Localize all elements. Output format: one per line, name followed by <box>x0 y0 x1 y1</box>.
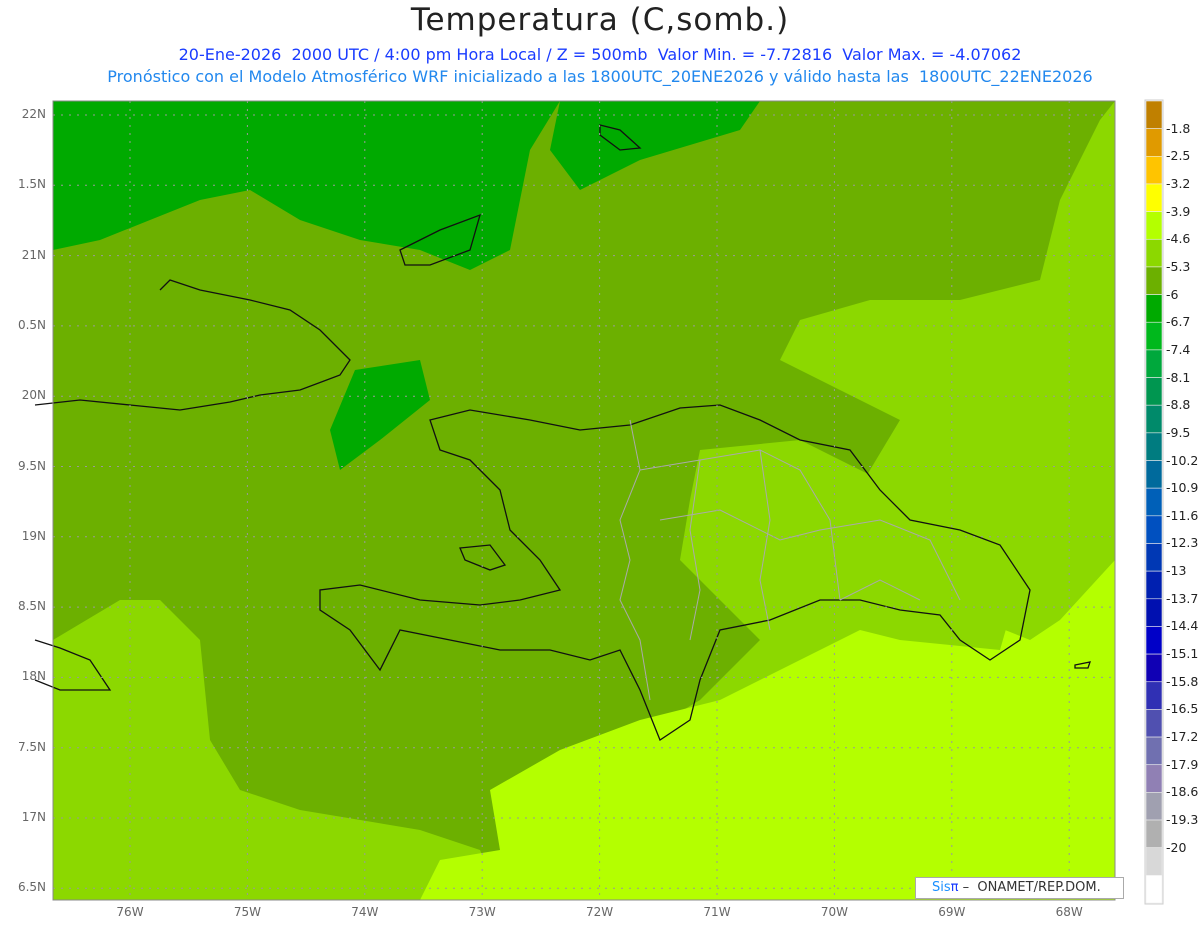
x-axis-label: 71W <box>703 905 731 919</box>
colorbar-label: -13.7 <box>1166 590 1199 606</box>
y-axis-label: 7.5N <box>17 739 46 754</box>
colorbar <box>1144 99 1164 905</box>
colorbar-swatch <box>1145 681 1163 710</box>
colorbar-label: -10.9 <box>1166 480 1199 496</box>
colorbar-swatch <box>1145 211 1163 240</box>
colorbar-swatch <box>1145 653 1163 683</box>
colorbar-swatch <box>1145 709 1163 738</box>
colorbar-swatch <box>1145 183 1163 212</box>
colorbar-swatch <box>1145 819 1163 848</box>
colorbar-label: -17.9 <box>1166 756 1199 772</box>
colorbar-swatch <box>1145 543 1163 572</box>
colorbar-label: -20 <box>1166 839 1187 855</box>
colorbar-label: -6 <box>1166 286 1179 302</box>
colorbar-swatch <box>1145 736 1163 766</box>
colorbar-label: -8.1 <box>1166 369 1191 385</box>
x-axis-label: 75W <box>233 905 261 919</box>
colorbar-swatch <box>1145 875 1163 904</box>
y-axis-label: 17N <box>21 810 46 824</box>
colorbar-swatch <box>1145 404 1163 434</box>
credit-text: – ONAMET/REP.DOM. <box>958 880 1101 895</box>
colorbar-label: -14.4 <box>1166 618 1199 634</box>
colorbar-label: -10.2 <box>1166 452 1199 468</box>
y-axis-label: 6.5N <box>17 880 46 895</box>
colorbar-label: -5.3 <box>1166 258 1191 274</box>
colorbar-label: -3.2 <box>1166 175 1191 191</box>
colorbar-label: -15.1 <box>1166 646 1199 662</box>
x-axis-label: 69W <box>938 905 966 919</box>
colorbar-swatch <box>1145 349 1163 378</box>
colorbar-swatch <box>1145 156 1163 185</box>
colorbar-swatch <box>1145 460 1163 489</box>
colorbar-label: -13 <box>1166 563 1187 579</box>
credit-sis: Sis <box>932 880 951 895</box>
colorbar-swatch <box>1145 128 1163 157</box>
colorbar-label: -1.8 <box>1166 120 1191 136</box>
colorbar-swatch <box>1145 764 1163 793</box>
colorbar-swatch <box>1145 487 1163 517</box>
colorbar-swatch <box>1145 432 1163 461</box>
colorbar-label: -2.5 <box>1166 148 1191 164</box>
x-axis-label: 74W <box>351 905 379 919</box>
y-axis-label: 0.5N <box>17 317 46 332</box>
y-axis-label: 18N <box>21 669 46 684</box>
colorbar-label: -11.6 <box>1166 507 1199 523</box>
map-subtitle-time-range: 20-Ene-2026 2000 UTC / 4:00 pm Hora Loca… <box>178 45 1022 64</box>
y-axis-label: 20N <box>21 388 46 403</box>
colorbar-label: -19.3 <box>1166 812 1199 828</box>
colorbar-label: -18.6 <box>1166 784 1199 800</box>
x-axis-label: 70W <box>820 905 848 919</box>
colorbar-label: -6.7 <box>1166 314 1191 330</box>
y-axis-label: 19N <box>21 528 46 543</box>
colorbar-label: -7.4 <box>1166 341 1191 357</box>
y-axis-label: 8.5N <box>17 599 46 614</box>
temperature-map <box>34 99 1164 905</box>
colorbar-swatch <box>1145 377 1163 406</box>
colorbar-swatch <box>1145 598 1163 627</box>
x-axis-label: 76W <box>116 905 144 919</box>
colorbar-label: -12.3 <box>1166 535 1199 551</box>
colorbar-label: -16.5 <box>1166 701 1199 717</box>
colorbar-swatch <box>1145 570 1163 600</box>
y-axis-label: 9.5N <box>17 458 46 473</box>
map-field <box>53 101 1115 900</box>
x-axis-label: 72W <box>586 905 614 919</box>
colorbar-label: -17.2 <box>1166 729 1199 745</box>
y-axis-label: 22N <box>21 107 46 121</box>
colorbar-label: -4.6 <box>1166 231 1191 247</box>
colorbar-label: -8.8 <box>1166 397 1191 413</box>
colorbar-swatch <box>1145 792 1163 821</box>
map-title: Temperatura (C,somb.) <box>410 2 790 38</box>
colorbar-swatch <box>1145 321 1163 351</box>
colorbar-swatch <box>1145 266 1163 295</box>
colorbar-swatch <box>1145 515 1163 544</box>
colorbar-label: -9.5 <box>1166 424 1191 440</box>
credit-box: Sisπ – ONAMET/REP.DOM. <box>915 877 1124 899</box>
map-subtitle-model-info: Pronóstico con el Modelo Atmosférico WRF… <box>107 67 1093 86</box>
colorbar-swatch <box>1145 847 1163 876</box>
x-axis-label: 73W <box>468 905 496 919</box>
colorbar-label: -15.8 <box>1166 673 1199 689</box>
y-axis-label: 1.5N <box>17 177 46 192</box>
y-axis-label: 21N <box>21 247 46 262</box>
colorbar-label: -3.9 <box>1166 203 1191 219</box>
colorbar-swatch <box>1145 238 1163 268</box>
colorbar-swatch <box>1145 626 1163 655</box>
colorbar-swatch <box>1145 294 1163 323</box>
colorbar-swatch <box>1145 100 1163 129</box>
x-axis-label: 68W <box>1055 905 1083 919</box>
